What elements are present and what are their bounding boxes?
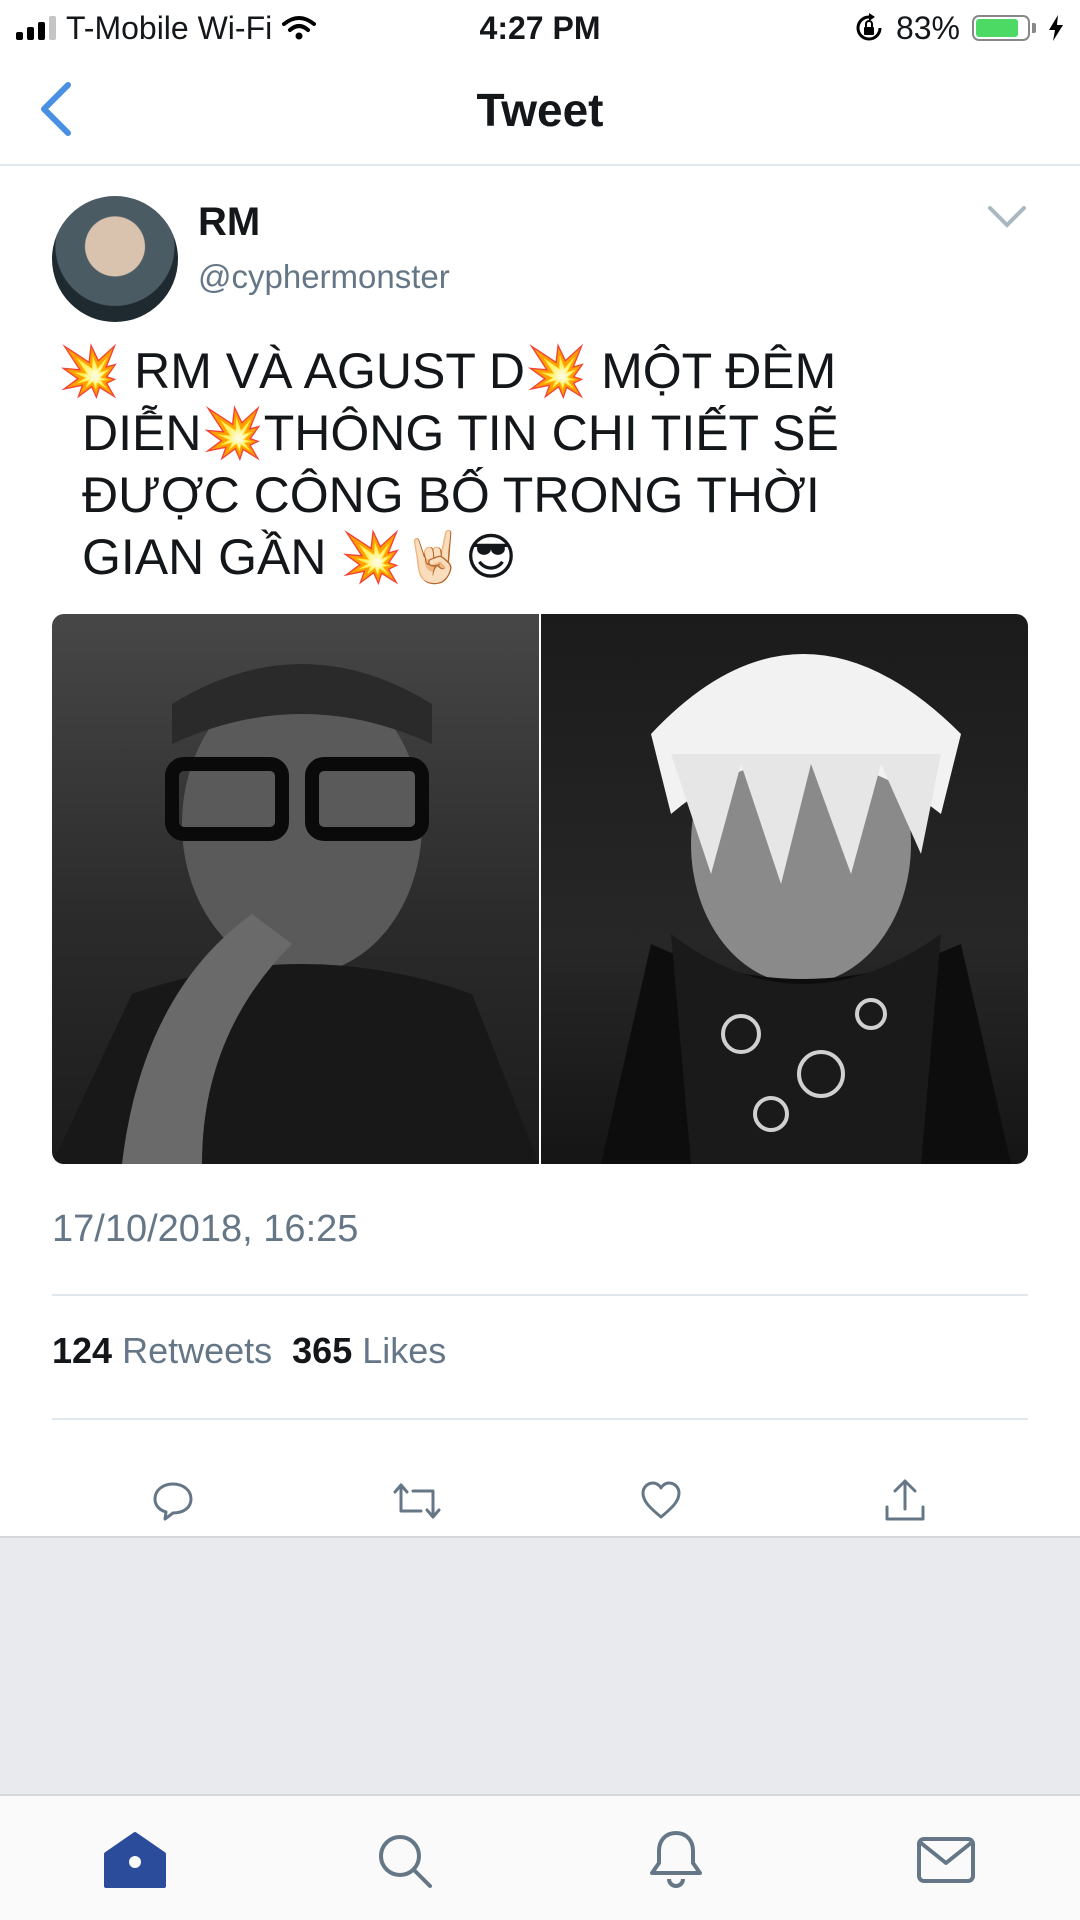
tweet-text-line: ĐƯỢC CÔNG BỐ TRONG THỜI (82, 467, 820, 523)
tab-messages[interactable] (908, 1822, 984, 1898)
charging-bolt-icon (1049, 15, 1063, 41)
tab-search[interactable] (366, 1822, 442, 1898)
photo-right-illustration (601, 654, 1011, 1164)
like-button[interactable] (626, 1466, 696, 1536)
tweet-text: 💥 RM VÀ AGUST D💥 MỘT ĐÊM DIỄN💥THÔNG TIN … (58, 340, 938, 588)
tweet-menu-button[interactable] (980, 198, 1034, 238)
battery-fill (976, 19, 1018, 37)
status-bar: T-Mobile Wi-Fi 4:27 PM 83% (0, 0, 1080, 56)
battery-percent: 83% (895, 9, 960, 46)
notifications-icon (650, 1831, 702, 1888)
photo-left-illustration (52, 664, 539, 1164)
retweets-stat[interactable]: 124 Retweets (52, 1330, 272, 1372)
tweet-text-line: DIỄN💥THÔNG TIN CHI TIẾT SẼ (82, 405, 839, 461)
tab-bar (0, 1794, 1080, 1920)
chevron-down-icon (988, 206, 1026, 228)
tweet-text-line: GIAN GẦN 💥🤘🏻😎 (82, 529, 518, 585)
reply-icon (153, 1482, 193, 1521)
author-name[interactable]: RM (198, 200, 260, 245)
empty-area (0, 1536, 1080, 1796)
wifi-icon (282, 16, 317, 40)
share-button[interactable] (870, 1466, 940, 1536)
nav-bar: Tweet (0, 56, 1080, 166)
status-left: T-Mobile Wi-Fi (16, 8, 317, 48)
tweet-timestamp: 17/10/2018, 16:25 (52, 1208, 359, 1250)
retweets-label: Retweets (122, 1330, 273, 1371)
likes-stat[interactable]: 365 Likes (292, 1330, 446, 1372)
tweet-stats: 124 Retweets 365 Likes (52, 1330, 446, 1372)
carrier-label: T-Mobile Wi-Fi (66, 9, 273, 46)
avatar[interactable] (52, 196, 178, 322)
tab-notifications[interactable] (638, 1822, 714, 1898)
status-right: 83% (854, 8, 1064, 48)
like-icon (641, 1481, 681, 1519)
rotation-lock-icon (856, 13, 882, 41)
retweets-count: 124 (52, 1330, 113, 1371)
tweet-actions (52, 1452, 1028, 1548)
messages-icon (917, 1837, 975, 1883)
tweet-text-line: 💥 RM VÀ AGUST D💥 MỘT ĐÊM (58, 343, 837, 399)
divider (52, 1294, 1028, 1296)
share-icon (885, 1479, 925, 1521)
signal-icon (16, 16, 56, 40)
back-chevron-icon (41, 82, 71, 136)
retweet-button[interactable] (382, 1466, 452, 1536)
likes-count: 365 (292, 1330, 353, 1371)
search-icon (379, 1835, 432, 1888)
retweet-icon (393, 1483, 441, 1519)
reply-button[interactable] (138, 1466, 208, 1536)
media-photo-left[interactable] (52, 614, 539, 1164)
back-button[interactable] (20, 74, 90, 144)
divider (52, 1418, 1028, 1420)
battery-icon (972, 15, 1036, 41)
page-title: Tweet (476, 84, 604, 136)
likes-label: Likes (362, 1330, 447, 1371)
author-handle[interactable]: @cyphermonster (198, 258, 450, 296)
tweet-media[interactable] (52, 614, 1028, 1164)
tab-home[interactable] (97, 1822, 173, 1898)
home-icon (104, 1832, 166, 1888)
media-photo-right[interactable] (541, 614, 1028, 1164)
